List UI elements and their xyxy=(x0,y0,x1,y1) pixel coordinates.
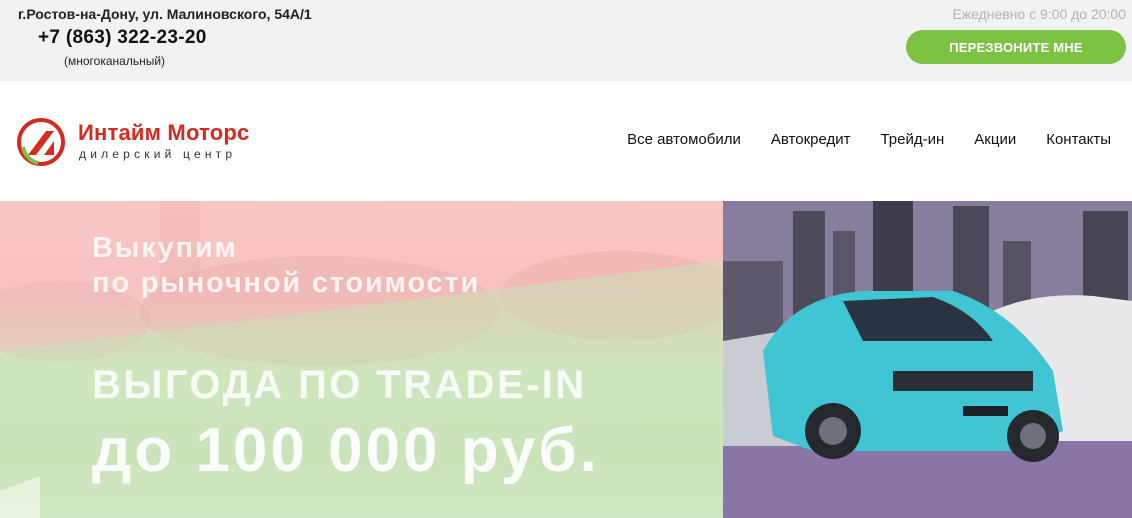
banner-discount-amount: до 100 000 руб. xyxy=(92,416,600,485)
main-nav: Все автомобили Автокредит Трейд-ин Акции… xyxy=(627,131,1111,148)
site-header: Интайм Моторс дилерский центр Все автомо… xyxy=(0,81,1132,201)
site-logo[interactable]: Интайм Моторс дилерский центр xyxy=(16,117,286,167)
banner-cars-image xyxy=(723,201,1132,518)
nav-item-trade-in[interactable]: Трейд-ин xyxy=(880,131,944,148)
banner-trade-in-offer: ВЫГОДА ПО TRADE-IN xyxy=(92,363,587,407)
banner-line-2: по рыночной стоимости xyxy=(92,267,481,299)
working-hours: Ежедневно с 9:00 до 20:00 xyxy=(952,6,1126,22)
banner-background-park: Выкупим по рыночной стоимости ВЫГОДА ПО … xyxy=(0,201,723,518)
nav-item-car-loan[interactable]: Автокредит xyxy=(771,131,851,148)
dealer-address: г.Ростов-на-Дону, ул. Малиновского, 54А/… xyxy=(18,6,312,22)
nav-item-promotions[interactable]: Акции xyxy=(974,131,1016,148)
top-info-bar: г.Ростов-на-Дону, ул. Малиновского, 54А/… xyxy=(0,0,1132,81)
callback-button[interactable]: ПЕРЕЗВОНИТЕ МНЕ xyxy=(906,30,1126,64)
promo-banner[interactable]: Выкупим по рыночной стоимости ВЫГОДА ПО … xyxy=(0,201,1132,518)
phone-number-link[interactable]: +7 (863) 322-23-20 xyxy=(38,27,207,49)
nav-item-contacts[interactable]: Контакты xyxy=(1046,131,1111,148)
intime-motors-logo-icon xyxy=(17,118,65,166)
cars-photo xyxy=(723,201,1132,518)
logo-title: Интайм Моторс xyxy=(78,120,250,145)
banner-headline: Выкупим по рыночной стоимости xyxy=(92,231,480,301)
phone-note: (многоканальный) xyxy=(64,54,166,68)
logo-subtitle: дилерский центр xyxy=(79,147,237,161)
banner-line-1: Выкупим xyxy=(92,232,238,264)
nav-item-all-cars[interactable]: Все автомобили xyxy=(627,131,741,148)
